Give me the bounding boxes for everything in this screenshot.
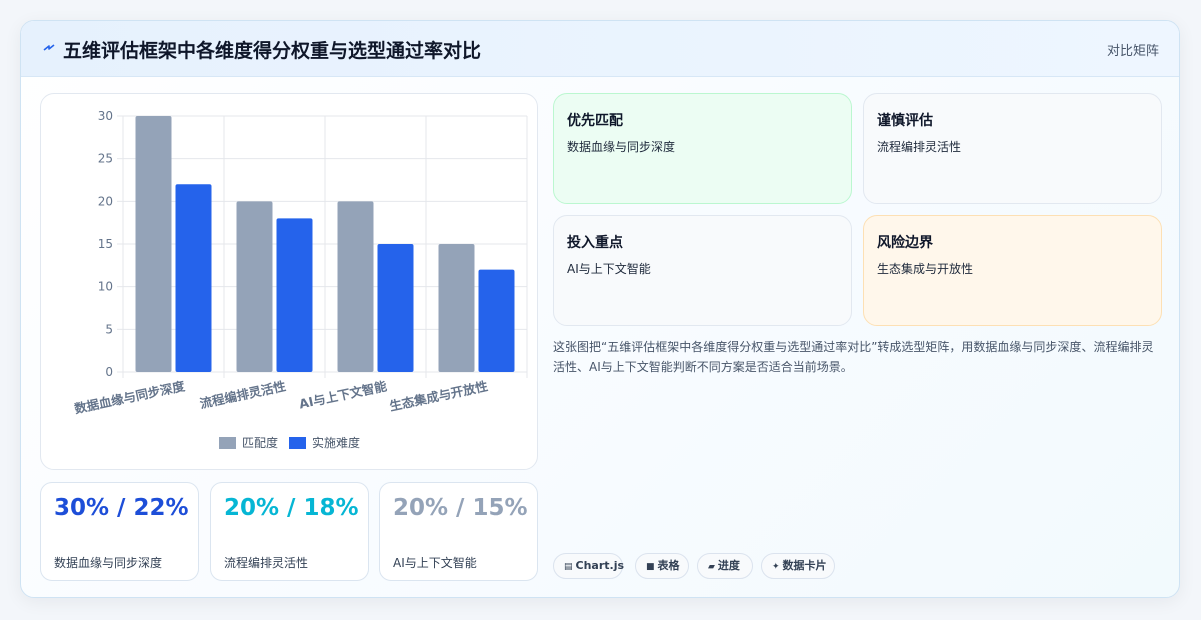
header-bar: 五维评估框架中各维度得分权重与选型通过率对比 对比矩阵	[21, 21, 1179, 77]
bar-match	[337, 201, 374, 372]
table-icon: ■	[646, 562, 655, 572]
chart-legend[interactable]: 匹配度 实施难度	[219, 435, 360, 450]
bar-match	[135, 116, 172, 372]
tile-body: 生态集成与开放性	[877, 262, 974, 276]
stat-label: 数据血缘与同步深度	[54, 556, 163, 570]
chip-chartjs[interactable]: ▤ Chart.js	[553, 553, 625, 579]
tile-risk-boundary: 风险边界 生态集成与开放性	[863, 215, 1162, 326]
y-tick-label: 5	[105, 322, 113, 336]
x-tick-label: 生态集成与开放性	[388, 378, 489, 414]
stat-value: 20% / 18%	[224, 495, 359, 521]
bar-chart: 0 5 10 15 20 25 30 数据血缘与同步深度 流程编排灵活性 AI与上下文智能 生态集…	[72, 109, 528, 450]
sparkle-icon: ✦	[772, 562, 780, 572]
bar-difficulty	[276, 218, 313, 372]
stat-label: AI与上下文智能	[393, 556, 477, 570]
legend-item-match[interactable]: 匹配度	[219, 435, 278, 450]
chip-table[interactable]: ■ 表格	[635, 553, 689, 579]
tile-priority-match: 优先匹配 数据血缘与同步深度	[553, 93, 852, 204]
x-tick-label: 流程编排灵活性	[198, 378, 287, 411]
chip-label: 进度	[717, 559, 740, 572]
bar-difficulty	[478, 269, 515, 372]
stat-card-1: 30% / 22% 数据血缘与同步深度	[40, 482, 199, 581]
view-tag: 对比矩阵	[1106, 44, 1159, 59]
legend-swatch	[219, 437, 236, 449]
tile-body: 数据血缘与同步深度	[567, 140, 676, 154]
chart-card: 0 5 10 15 20 25 30 数据血缘与同步深度 流程编排灵活性 AI与上下文智能 生态集…	[40, 93, 538, 470]
tile-title: 投入重点	[567, 235, 623, 251]
tile-title: 优先匹配	[567, 113, 623, 129]
y-tick-label: 25	[98, 152, 113, 166]
bar-difficulty	[377, 244, 414, 372]
chip-label: 数据卡片	[782, 559, 827, 572]
y-axis-ticks: 0 5 10 15 20 25 30	[98, 109, 113, 379]
legend-label: 实施难度	[312, 435, 360, 450]
y-tick-label: 30	[98, 109, 113, 123]
tile-title: 谨慎评估	[877, 113, 933, 129]
x-tick-label: AI与上下文智能	[298, 378, 389, 411]
tile-investment-focus: 投入重点 AI与上下文智能	[553, 215, 852, 326]
stat-label: 流程编排灵活性	[224, 556, 309, 570]
chart-icon: ▤	[564, 562, 573, 572]
chip-label: 表格	[657, 559, 680, 572]
bar-match	[236, 201, 273, 372]
x-tick-label: 数据血缘与同步深度	[72, 378, 187, 416]
page-title: 五维评估框架中各维度得分权重与选型通过率对比	[63, 40, 482, 62]
stat-card-2: 20% / 18% 流程编排灵活性	[210, 482, 369, 581]
chip-progress[interactable]: ▰ 进度	[697, 553, 753, 579]
stat-card-3: 20% / 15% AI与上下文智能	[379, 482, 538, 581]
chip-label: Chart.js	[575, 559, 625, 572]
tile-body: AI与上下文智能	[567, 262, 651, 276]
stat-value: 20% / 15%	[393, 495, 528, 521]
y-tick-label: 10	[98, 280, 113, 294]
x-axis-ticks: 数据血缘与同步深度 流程编排灵活性 AI与上下文智能 生态集成与开放性	[72, 378, 490, 416]
progress-icon: ▰	[708, 562, 715, 572]
tile-title: 风险边界	[877, 235, 933, 251]
tile-body: 流程编排灵活性	[877, 140, 962, 154]
bar-match	[438, 244, 475, 372]
dashboard-frame: 五维评估框架中各维度得分权重与选型通过率对比 对比矩阵 0 5 10 15 20 25 30…	[20, 20, 1180, 598]
y-tick-label: 20	[98, 194, 113, 208]
legend-item-difficulty[interactable]: 实施难度	[289, 435, 360, 450]
summary-text: 这张图把“五维评估框架中各维度得分权重与选型通过率对比”转成选型矩阵，用数据血缘…	[553, 340, 1154, 374]
bar-difficulty	[175, 184, 212, 372]
lightning-icon	[43, 44, 55, 51]
legend-swatch	[289, 437, 306, 449]
stat-value: 30% / 22%	[54, 495, 189, 521]
y-tick-label: 0	[105, 365, 113, 379]
tile-careful-evaluation: 谨慎评估 流程编排灵活性	[863, 93, 1162, 204]
legend-label: 匹配度	[242, 435, 278, 450]
chip-data-card[interactable]: ✦ 数据卡片	[761, 553, 835, 579]
y-tick-label: 15	[98, 237, 113, 251]
